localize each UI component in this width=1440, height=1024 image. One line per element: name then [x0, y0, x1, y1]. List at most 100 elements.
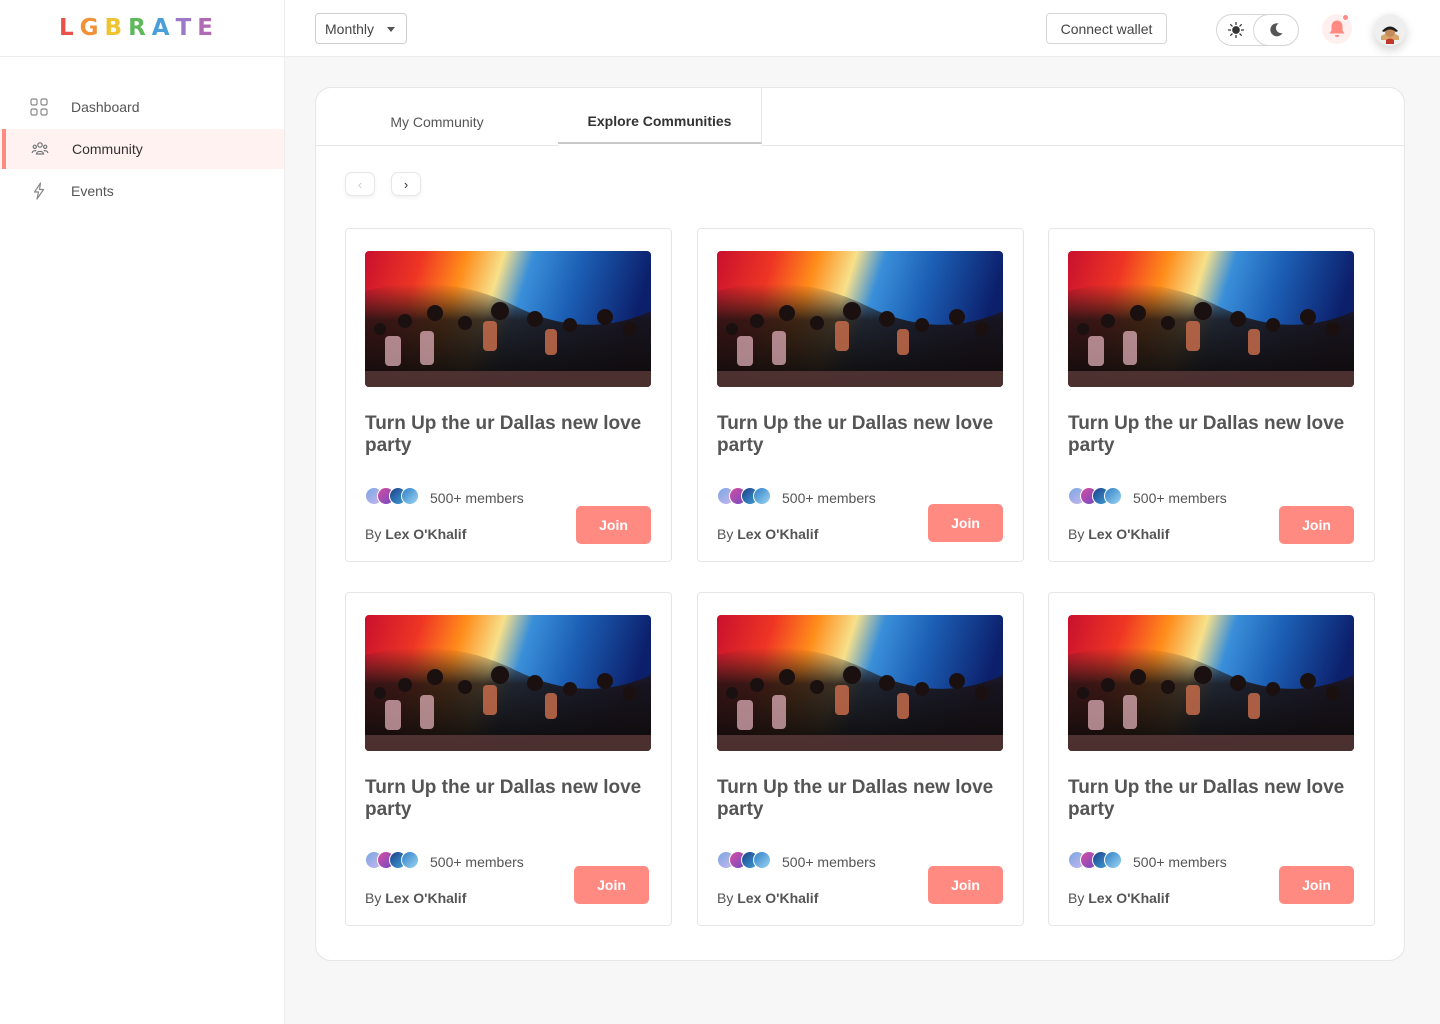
- logo-letter: A: [151, 15, 176, 41]
- grid-icon: [30, 98, 48, 116]
- logo-letter: L: [58, 15, 80, 41]
- member-avatar: [753, 851, 771, 869]
- join-button[interactable]: Join: [1279, 866, 1354, 904]
- community-author: By Lex O'Khalif: [1068, 890, 1169, 906]
- member-avatar: [1104, 851, 1122, 869]
- brand-logo[interactable]: L G B R A T E: [59, 15, 219, 41]
- community-card[interactable]: Turn Up the ur Dallas new love party 500…: [345, 592, 672, 926]
- community-image[interactable]: [365, 615, 651, 751]
- community-author: By Lex O'Khalif: [717, 890, 818, 906]
- join-button[interactable]: Join: [1279, 506, 1354, 544]
- join-button[interactable]: Join: [928, 504, 1003, 542]
- community-image[interactable]: [1068, 251, 1354, 387]
- logo-letter: G: [79, 15, 105, 41]
- community-title[interactable]: Turn Up the ur Dallas new love party: [365, 413, 651, 457]
- community-title[interactable]: Turn Up the ur Dallas new love party: [1068, 413, 1354, 457]
- community-image[interactable]: [1068, 615, 1354, 751]
- community-title[interactable]: Turn Up the ur Dallas new love party: [717, 413, 1003, 457]
- join-button[interactable]: Join: [928, 866, 1003, 904]
- join-button[interactable]: Join: [576, 506, 651, 544]
- community-image[interactable]: [717, 615, 1003, 751]
- join-button[interactable]: Join: [574, 866, 649, 904]
- community-banner-image: [717, 615, 1003, 751]
- logo-letter: T: [175, 15, 198, 41]
- community-banner-image: [717, 251, 1003, 387]
- community-card[interactable]: Turn Up the ur Dallas new love party 500…: [697, 592, 1024, 926]
- community-author: By Lex O'Khalif: [717, 526, 818, 542]
- member-avatars: [1068, 851, 1124, 871]
- people-icon: [31, 140, 49, 158]
- moon-icon: [1270, 23, 1283, 37]
- sidebar-item-label: Events: [71, 183, 114, 199]
- moon-button[interactable]: [1253, 14, 1299, 46]
- community-image[interactable]: [365, 251, 651, 387]
- prev-page-button[interactable]: ‹: [345, 172, 375, 196]
- logo-letter: E: [197, 15, 220, 41]
- member-count: 500+ members: [782, 854, 876, 870]
- author-prefix: By: [717, 526, 734, 542]
- sidebar-nav: Dashboard Community Events: [0, 87, 284, 211]
- logo-letter: R: [128, 15, 152, 41]
- notifications-button[interactable]: [1322, 14, 1352, 44]
- tab-bar: My Community Explore Communities: [316, 88, 1404, 146]
- community-banner-image: [1068, 251, 1354, 387]
- community-author: By Lex O'Khalif: [365, 890, 466, 906]
- member-avatar: [401, 851, 419, 869]
- author-name[interactable]: Lex O'Khalif: [385, 526, 466, 542]
- sidebar-item-community[interactable]: Community: [0, 129, 284, 169]
- community-card[interactable]: Turn Up the ur Dallas new love party 500…: [345, 228, 672, 562]
- sidebar-item-events[interactable]: Events: [0, 171, 284, 211]
- caret-down-icon: [387, 27, 395, 32]
- logo-row: L G B R A T E: [0, 0, 284, 57]
- community-title[interactable]: Turn Up the ur Dallas new love party: [1068, 777, 1354, 821]
- community-author: By Lex O'Khalif: [365, 526, 466, 542]
- period-select[interactable]: Monthly: [315, 13, 407, 44]
- author-name[interactable]: Lex O'Khalif: [737, 526, 818, 542]
- tab-my-community[interactable]: My Community: [316, 88, 558, 144]
- next-page-button[interactable]: ›: [391, 172, 421, 196]
- member-avatars: [717, 487, 773, 507]
- member-avatars: [365, 851, 421, 871]
- community-image[interactable]: [717, 251, 1003, 387]
- member-count: 500+ members: [1133, 490, 1227, 506]
- member-avatar: [753, 487, 771, 505]
- community-card[interactable]: Turn Up the ur Dallas new love party 500…: [697, 228, 1024, 562]
- tab-divider: [316, 145, 558, 146]
- community-banner-image: [365, 251, 651, 387]
- communities-panel: My Community Explore Communities ‹ › Tur…: [315, 87, 1405, 961]
- sidebar-item-dashboard[interactable]: Dashboard: [0, 87, 284, 127]
- member-count: 500+ members: [782, 490, 876, 506]
- sidebar-item-label: Dashboard: [71, 99, 140, 115]
- sidebar: L G B R A T E Dashboard Community Events: [0, 0, 285, 1024]
- author-name[interactable]: Lex O'Khalif: [1088, 526, 1169, 542]
- period-select-value: Monthly: [325, 20, 375, 37]
- community-banner-image: [365, 615, 651, 751]
- member-count: 500+ members: [430, 490, 524, 506]
- user-avatar[interactable]: [1374, 14, 1406, 46]
- author-name[interactable]: Lex O'Khalif: [385, 890, 466, 906]
- tab-divider: [762, 145, 1404, 146]
- sun-icon[interactable]: [1227, 21, 1245, 39]
- member-avatars: [1068, 487, 1124, 507]
- notification-dot: [1342, 14, 1349, 21]
- community-title[interactable]: Turn Up the ur Dallas new love party: [717, 777, 1003, 821]
- logo-letter: B: [104, 15, 129, 41]
- author-prefix: By: [365, 890, 382, 906]
- author-name[interactable]: Lex O'Khalif: [737, 890, 818, 906]
- tab-explore-communities[interactable]: Explore Communities: [558, 88, 762, 144]
- community-card[interactable]: Turn Up the ur Dallas new love party 500…: [1048, 228, 1375, 562]
- community-banner-image: [1068, 615, 1354, 751]
- author-prefix: By: [365, 526, 382, 542]
- member-count: 500+ members: [1133, 854, 1227, 870]
- connect-wallet-button[interactable]: Connect wallet: [1046, 13, 1167, 44]
- author-prefix: By: [1068, 890, 1085, 906]
- theme-toggle[interactable]: [1216, 14, 1299, 46]
- member-count: 500+ members: [430, 854, 524, 870]
- community-title[interactable]: Turn Up the ur Dallas new love party: [365, 777, 651, 821]
- author-name[interactable]: Lex O'Khalif: [1088, 890, 1169, 906]
- lightning-icon: [30, 182, 48, 200]
- author-prefix: By: [717, 890, 734, 906]
- member-avatar: [401, 487, 419, 505]
- community-card[interactable]: Turn Up the ur Dallas new love party 500…: [1048, 592, 1375, 926]
- community-author: By Lex O'Khalif: [1068, 526, 1169, 542]
